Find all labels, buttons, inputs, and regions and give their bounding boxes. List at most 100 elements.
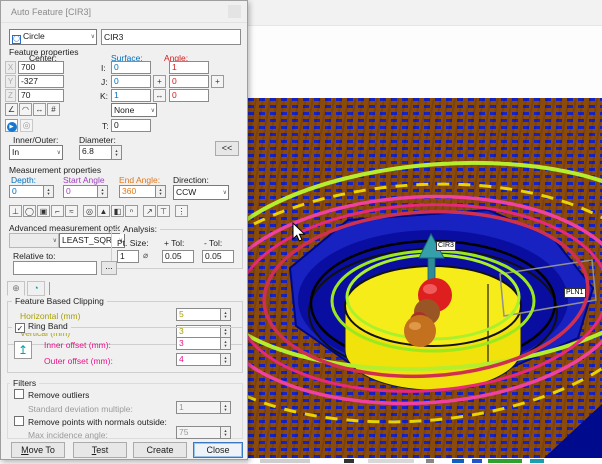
3d-viewport[interactable]: CIR3 PLN1	[248, 98, 602, 458]
surface-j-field[interactable]: 0	[111, 75, 151, 88]
wave-path-icon[interactable]: ≈	[65, 205, 78, 217]
plus-surface-button[interactable]: +	[153, 75, 166, 88]
diameter-value[interactable]: 6.8	[79, 145, 111, 160]
surface-i-field[interactable]: 0	[111, 61, 151, 74]
depth-label: Depth:	[11, 175, 36, 185]
j-label: J:	[101, 77, 108, 87]
circle-path-icon[interactable]: ◯	[23, 205, 36, 217]
measurement-properties-header: Measurement properties	[9, 165, 101, 175]
depth-value[interactable]: 0	[9, 185, 43, 198]
remove-normals-checkbox[interactable]	[14, 416, 24, 426]
spin-down-icon[interactable]: ▾	[224, 360, 226, 364]
center-y-field[interactable]: -327	[18, 75, 64, 88]
angle-i-field[interactable]: 1	[169, 61, 209, 74]
move-to-button[interactable]: Move To	[11, 442, 65, 458]
diameter-spinner[interactable]: 6.8 ▴▾	[79, 145, 122, 160]
spinner-buttons[interactable]: ▴▾	[97, 185, 108, 198]
horizontal-spinner[interactable]: 5 ▴▾	[176, 308, 231, 321]
end-angle-value[interactable]: 360	[119, 185, 155, 198]
inner-offset-spinner[interactable]: 3 ▴▾	[176, 337, 231, 350]
surface-k-field[interactable]: 1	[111, 89, 151, 102]
offset-icon[interactable]: ◧	[111, 205, 124, 217]
reference-combo[interactable]: None ∨	[111, 103, 157, 117]
spinner-buttons[interactable]: ▴▾	[220, 308, 231, 321]
ring-band-checkbox[interactable]: ✓	[15, 323, 25, 333]
minus-tol-field[interactable]: 0.05	[202, 250, 234, 263]
outer-offset-value[interactable]: 4	[176, 353, 220, 366]
ring-band-icon[interactable]: ↥	[14, 341, 32, 359]
feature-label-pln1[interactable]: PLN1	[564, 288, 586, 298]
snap-surface-icon[interactable]: ◠	[19, 103, 32, 116]
inner-offset-value[interactable]: 3	[176, 337, 220, 350]
vector-icon[interactable]: ↗	[143, 205, 156, 217]
feature-name-field[interactable]: CIR3	[101, 29, 241, 45]
center-z-field[interactable]: 70	[18, 89, 64, 102]
direction-combo[interactable]: CCW ∨	[173, 185, 229, 200]
plus-tol-field[interactable]: 0.05	[162, 250, 194, 263]
end-angle-spinner[interactable]: 360 ▴▾	[119, 185, 166, 198]
tab-clipping[interactable]: ◔	[27, 281, 45, 296]
snap-width-icon[interactable]: ↔	[33, 103, 46, 116]
stddev-spinner: 1 ▴▾	[176, 401, 231, 414]
corner-surface	[544, 404, 602, 458]
plus-angle-button[interactable]: +	[211, 75, 224, 88]
remove-normals-label: Remove points with normals outside:	[28, 417, 167, 427]
start-angle-value[interactable]: 0	[63, 185, 97, 198]
t-field[interactable]: 0	[111, 119, 151, 132]
tab-settings[interactable]: ⊕	[7, 281, 25, 296]
spinner-buttons[interactable]: ▴▾	[43, 185, 54, 198]
create-button[interactable]: Create	[133, 442, 187, 458]
spinner-buttons[interactable]: ▴▾	[220, 337, 231, 350]
pt-size-field[interactable]: 1	[117, 250, 139, 263]
horizontal-value[interactable]: 5	[176, 308, 220, 321]
dialog-titlebar[interactable]: Auto Feature [CIR3]	[1, 1, 247, 23]
flip-vector-button[interactable]: ↔	[153, 89, 166, 102]
statusbar-icon-fragment	[260, 459, 310, 463]
probe-ball-highlight2	[409, 322, 421, 330]
inner-outer-combo[interactable]: In ∨	[9, 145, 63, 160]
spin-down-icon[interactable]: ▾	[115, 153, 117, 157]
ring-band-groupbox: ✓Ring Band ↥ Inner offset (mm): 3 ▴▾ Out…	[7, 327, 243, 373]
square-path-icon[interactable]: ▣	[37, 205, 50, 217]
feature-type-combo[interactable]: ◯Circle ∨	[9, 29, 97, 45]
angle-j-field[interactable]: 0	[169, 75, 209, 88]
corner-path-icon[interactable]: ⌐	[51, 205, 64, 217]
stddev-value: 1	[176, 401, 220, 414]
statusbar-icon-fragment	[344, 459, 354, 463]
angle-k-field[interactable]: 0	[169, 89, 209, 102]
depth-spinner[interactable]: 0 ▴▾	[9, 185, 54, 198]
grid-icon[interactable]: #	[47, 103, 60, 116]
target-mode-button[interactable]: ◎	[20, 119, 33, 132]
inner-outer-label: Inner/Outer:	[13, 135, 58, 145]
spin-down-icon[interactable]: ▾	[224, 344, 226, 348]
probe-comp-icon[interactable]: ◎	[83, 205, 96, 217]
spin-down-icon[interactable]: ▾	[101, 192, 103, 196]
spinner-buttons[interactable]: ▴▾	[220, 353, 231, 366]
spin-down-icon[interactable]: ▾	[47, 192, 49, 196]
spin-down-icon[interactable]: ▾	[224, 315, 226, 319]
remove-outliers-checkbox[interactable]	[14, 389, 24, 399]
feature-label-cir3[interactable]: CIR3	[436, 241, 456, 251]
text-icon[interactable]: ⊤	[157, 205, 170, 217]
inner-outer-value: In	[12, 147, 19, 157]
relative-to-field[interactable]	[13, 261, 97, 275]
spinner-buttons[interactable]: ▴▾	[111, 145, 122, 160]
more-options-icon[interactable]: ⋮	[175, 205, 188, 217]
start-angle-spinner[interactable]: 0 ▴▾	[63, 185, 108, 198]
level-icon[interactable]: ▲	[97, 205, 110, 217]
close-button[interactable]: Close	[193, 442, 243, 458]
center-x-field[interactable]: 700	[18, 61, 64, 74]
centerline-icon[interactable]: ⌀	[143, 250, 148, 261]
path-mode-icon[interactable]: ⊥	[9, 205, 22, 217]
measure-mode-button[interactable]: ▶	[5, 119, 18, 132]
dialog-help-button[interactable]	[228, 5, 241, 18]
height-icon[interactable]: ⁿ	[125, 205, 138, 217]
outer-offset-spinner[interactable]: 4 ▴▾	[176, 353, 231, 366]
snap-angle-icon[interactable]: ∠	[5, 103, 18, 116]
spinner-buttons[interactable]: ▴▾	[155, 185, 166, 198]
collapse-button[interactable]: <<	[215, 141, 239, 156]
spin-down-icon[interactable]: ▾	[159, 192, 161, 196]
browse-button[interactable]: ...	[101, 261, 117, 275]
test-button[interactable]: Test	[73, 442, 127, 458]
analysis-groupbox: Analysis: Pt. Size: + Tol: - Tol: 1 ⌀ 0.…	[111, 229, 243, 269]
